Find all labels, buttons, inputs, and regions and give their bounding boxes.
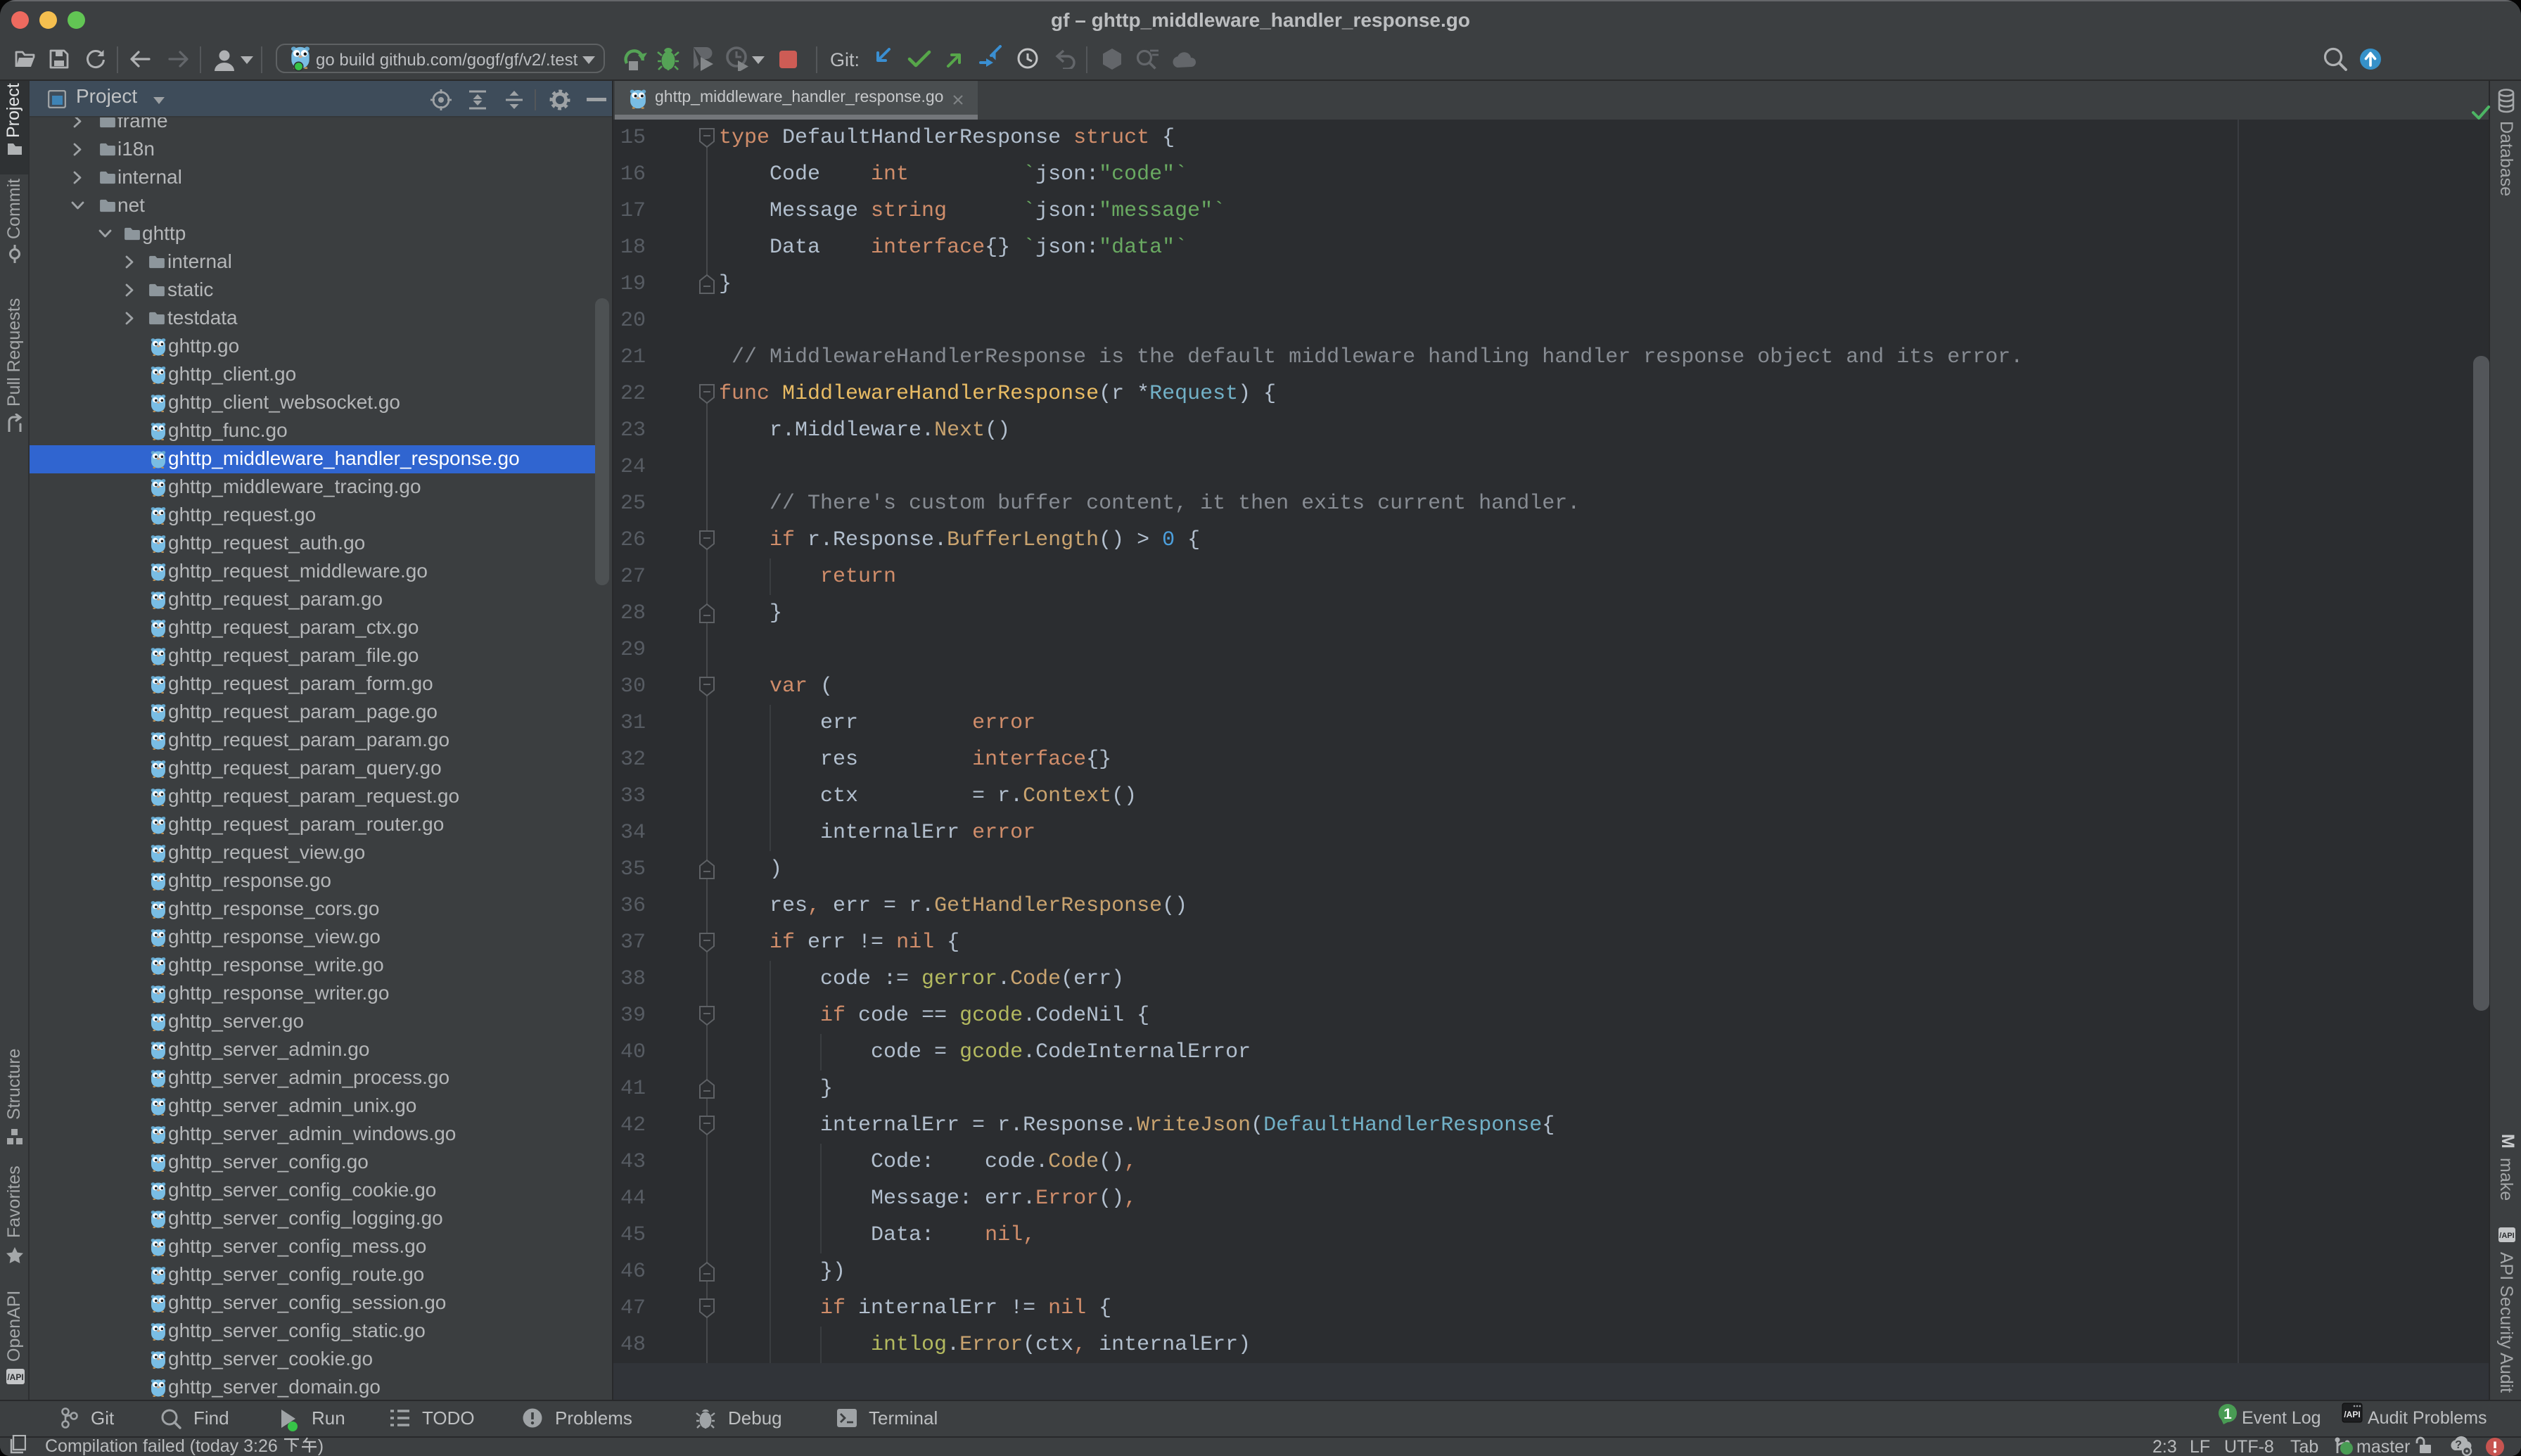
svg-text:?: ? — [2455, 1439, 2462, 1451]
svg-text:/API: /API — [2344, 1410, 2360, 1419]
svg-text:/API: /API — [2499, 1232, 2514, 1240]
svg-text:1: 1 — [2223, 1406, 2232, 1422]
svg-text:/API: /API — [7, 1372, 23, 1382]
